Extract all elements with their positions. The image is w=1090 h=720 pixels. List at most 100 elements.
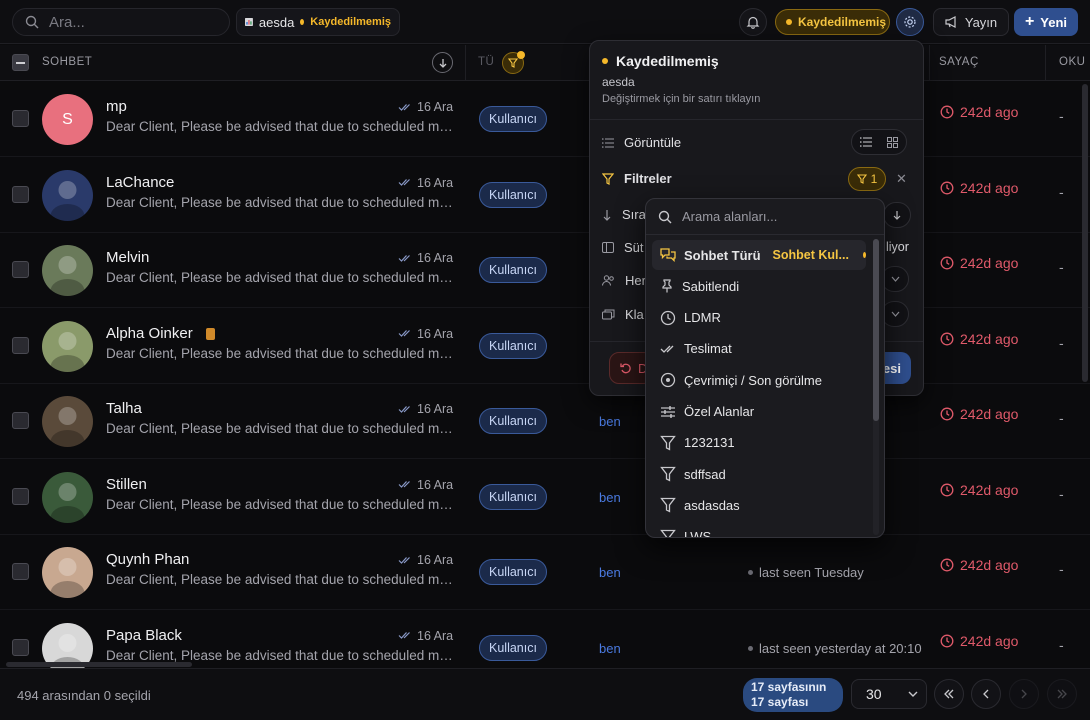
columns-row[interactable]: Süt [602,240,644,255]
filter-count-badge[interactable]: 1 [848,167,886,191]
table-row[interactable]: Alpha Oinker Dear Client, Please be advi… [0,309,1090,384]
previous-page-button[interactable] [971,679,1001,709]
view-mode-toggle[interactable] [851,129,907,155]
vertical-scrollbar[interactable] [1082,84,1088,382]
next-page-button[interactable] [1009,679,1039,709]
assignee-link[interactable]: ben [599,490,621,505]
column-header-chat[interactable]: SOHBET [42,56,92,68]
assignee-link[interactable]: ben [599,565,621,580]
field-option[interactable]: asdasdas [652,490,866,520]
chat-type-badge[interactable]: Kullanıcı [479,257,547,283]
undo-icon [620,363,631,374]
chat-type-badge[interactable]: Kullanıcı [479,483,547,510]
emoji-status-icon [206,327,215,340]
select-all-checkbox[interactable] [12,54,29,71]
row-checkbox[interactable] [12,110,29,127]
message-preview: Dear Client, Please be advised that due … [106,496,456,512]
last-page-button[interactable] [1047,679,1077,709]
chat-type-badge[interactable]: Kullanıcı [479,408,547,434]
display-row[interactable]: Görüntüle [602,135,681,150]
message-date-text: 16 Ara [417,628,454,643]
field-option[interactable]: Sohbet Türü Sohbet Kul... [652,240,866,270]
arrow-down-icon [893,211,901,220]
column-header-read[interactable]: OKU [1059,56,1085,68]
search-box[interactable] [12,8,230,36]
assignee-link[interactable]: ben [599,641,621,656]
double-check-icon [398,103,410,111]
notifications-button[interactable] [739,8,767,36]
sort-row[interactable]: Sıra [602,207,646,222]
field-search-input[interactable] [682,209,862,224]
sort-direction-dropdown[interactable] [883,202,911,228]
panel-title: Kaydedilmemiş [602,53,719,69]
field-option[interactable]: Teslimat [652,334,866,364]
chat-type-badge[interactable]: Kullanıcı [479,559,547,585]
clear-filters-icon[interactable]: ✕ [896,171,907,187]
chevron-down-icon [891,311,899,317]
counter-text: 242d ago [960,104,1019,120]
column-header-counter[interactable]: SAYAÇ [939,56,979,68]
clock-icon [940,105,954,119]
broadcast-button[interactable]: Yayın [933,8,1009,36]
field-option[interactable]: Sabitlendi [652,271,866,301]
presence-dot [748,570,753,575]
view-settings-button[interactable] [896,8,924,36]
plus-icon: + [1024,13,1035,30]
field-search-box[interactable] [646,199,884,235]
list-view-icon[interactable] [859,137,872,147]
sort-direction-button[interactable] [432,52,453,73]
row-checkbox[interactable] [12,336,29,354]
chat-type-badge[interactable]: Kullanıcı [479,106,547,132]
folder-row[interactable]: Kla [602,307,644,322]
save-label: esi [882,360,901,376]
row-checkbox[interactable] [12,563,29,580]
folder-dropdown[interactable] [881,301,909,327]
field-option[interactable]: Özel Alanlar [652,397,866,427]
assignee-link[interactable]: ben [599,414,621,429]
new-button[interactable]: + Yeni [1014,8,1078,36]
dropdown-scrollbar[interactable] [873,239,879,421]
assignee-dropdown[interactable] [881,266,909,292]
table-row[interactable]: Talha Dear Client, Please be advised tha… [0,384,1090,459]
row-checkbox[interactable] [12,185,29,203]
clock-icon [940,407,954,421]
horizontal-scrollbar[interactable] [6,662,192,667]
column-header-type[interactable]: TÜ [478,56,494,68]
current-view-chip[interactable]: aesda Kaydedilmemiş [236,8,400,36]
row-checkbox[interactable] [12,412,29,429]
column-filter-button[interactable] [502,51,525,74]
first-page-button[interactable] [934,679,964,709]
per-page-select[interactable]: 30 [851,679,927,709]
last-seen-text: last seen yesterday at 20:10 [759,640,922,656]
table-row[interactable]: Melvin Dear Client, Please be advised th… [0,233,1090,308]
clock-icon [940,332,954,345]
table-row[interactable]: S mp Dear Client, Please be advised that… [0,82,1090,157]
field-option[interactable]: 1232131 [652,428,866,458]
table-row[interactable]: Stillen Dear Client, Please be advised t… [0,460,1090,535]
avatar [42,320,93,372]
table-row[interactable]: Quynh Phan Dear Client, Please be advise… [0,535,1090,610]
field-option[interactable]: sdffsad [652,459,866,489]
field-option[interactable]: LDMR [652,303,866,333]
assignee-row[interactable]: Her [602,273,646,288]
message-date: 16 Ara [398,176,453,190]
table-row[interactable]: LaChance Dear Client, Please be advised … [0,158,1090,233]
chat-type-badge[interactable]: Kullanıcı [479,181,547,208]
row-checkbox[interactable] [12,487,29,505]
field-option[interactable]: Çevrimiçi / Son görülme [652,365,866,395]
filters-row[interactable]: Filtreler [602,171,672,186]
row-checkbox[interactable] [12,261,29,278]
chat-type-badge[interactable]: Kullanıcı [479,332,547,359]
columns-label: Süt [624,240,644,255]
search-input[interactable] [49,13,209,31]
unsaved-changes-pill[interactable]: Kaydedilmemiş [775,9,890,35]
avatar [42,547,93,598]
chat-type-badge[interactable]: Kullanıcı [479,634,547,661]
grid-view-icon[interactable] [887,136,899,148]
field-option[interactable]: LWS [652,522,866,537]
counter-text: 242d ago [960,330,1019,347]
read-value: - [1059,485,1064,502]
sliders-icon [660,405,676,419]
contact-name: mp [106,98,127,115]
row-checkbox[interactable] [12,638,29,656]
